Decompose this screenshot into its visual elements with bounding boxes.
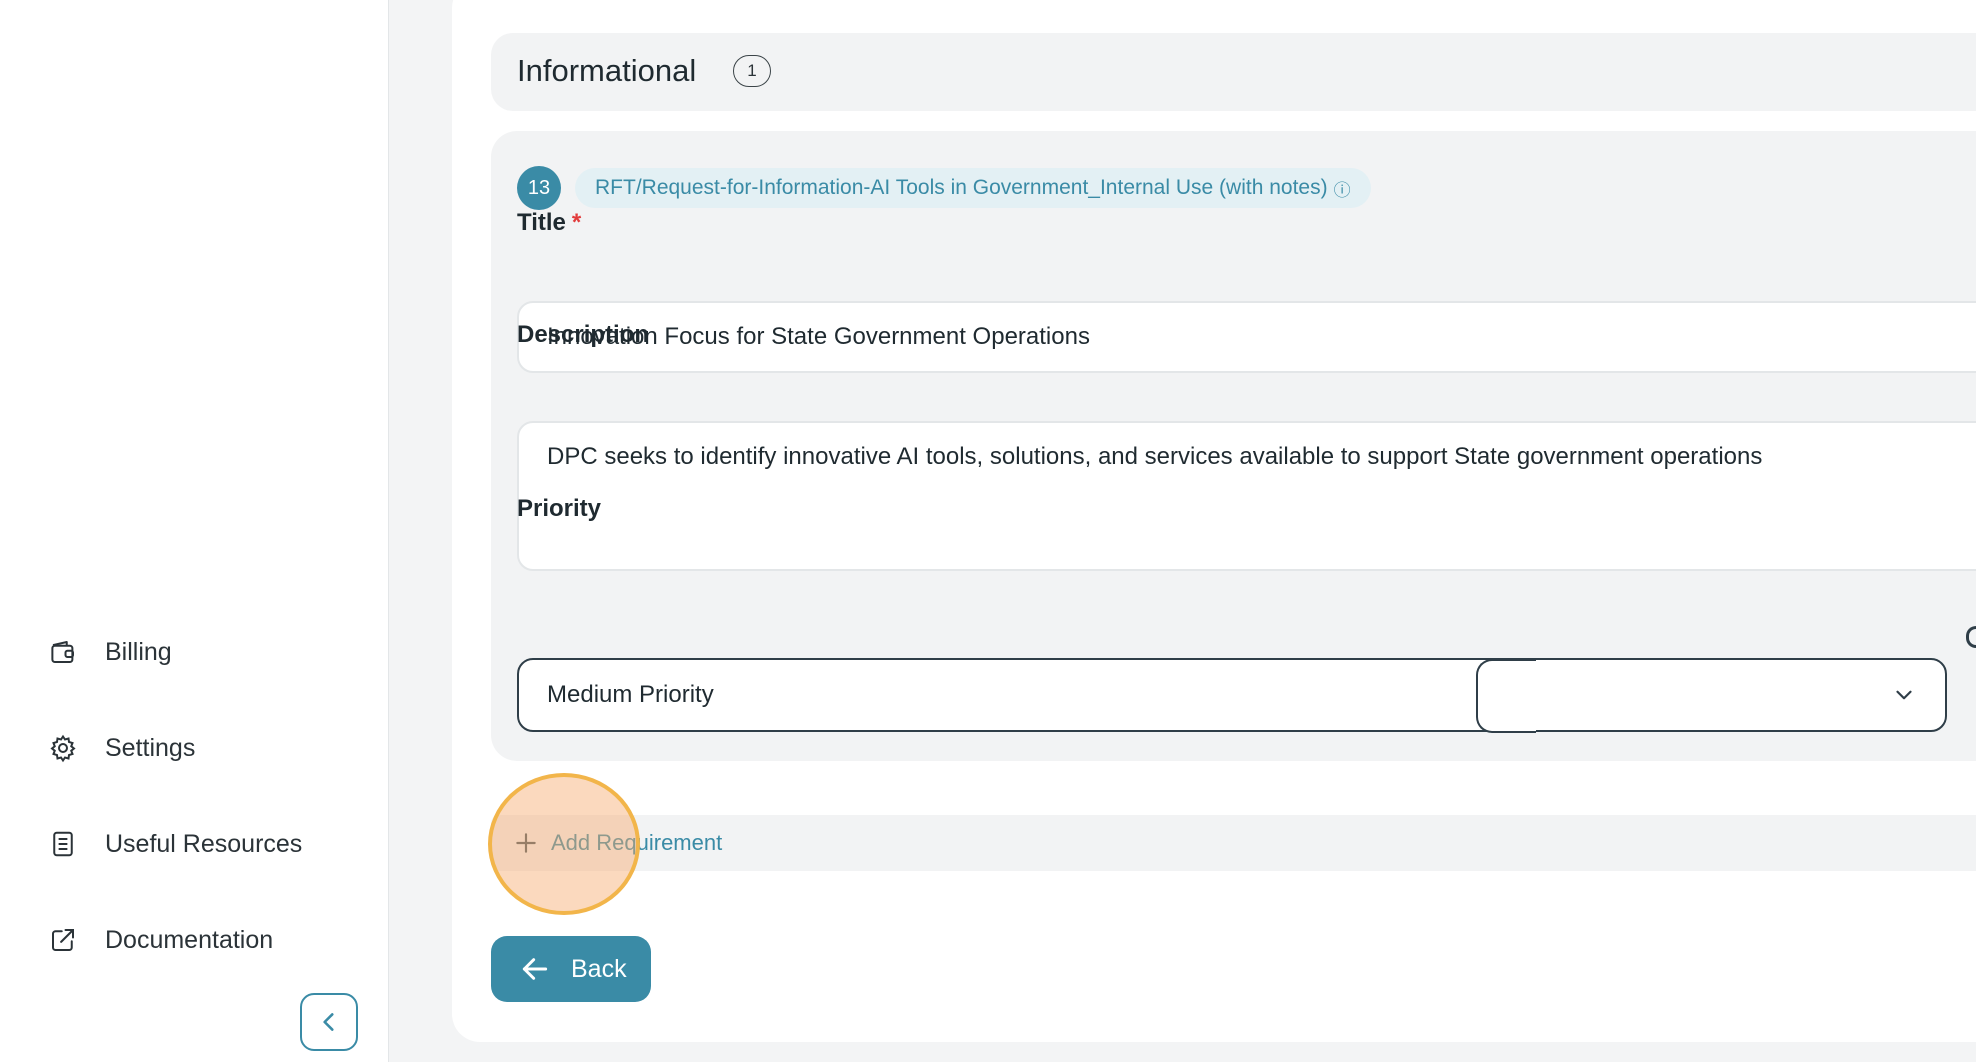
gear-icon [48,733,78,763]
sidebar-item-settings[interactable]: Settings [48,728,195,768]
priority-select-value: Medium Priority [547,681,714,708]
sidebar-item-label: Billing [105,637,172,666]
sidebar-item-billing[interactable]: Billing [48,632,172,672]
secondary-select[interactable] [1476,659,1536,733]
sidebar-item-useful-resources[interactable]: Useful Resources [48,824,302,864]
plus-icon [516,833,536,853]
group-title: Informational [517,53,697,88]
description-textarea[interactable]: DPC seeks to identify innovative AI tool… [517,421,1976,571]
arrow-left-icon [522,958,548,980]
add-requirement-label: Add Requirement [551,830,723,855]
document-icon [48,829,78,859]
source-document-chip[interactable]: RFT/Request-for-Information-AI Tools in … [575,168,1371,208]
chevron-down-icon [1896,690,1912,700]
required-mark: * [571,209,582,236]
requirement-group-header[interactable]: Informational 1 [491,33,1976,111]
info-icon[interactable]: ⓘ [1334,176,1351,201]
priority-select[interactable]: Medium Priority [517,658,1947,732]
sidebar: Billing Settings Useful Resources Docume… [0,0,389,1062]
title-input[interactable]: Innovation Focus for State Government Op… [517,301,1976,373]
sidebar-item-label: Settings [105,733,196,762]
add-requirement-button[interactable]: Add Requirement [491,815,1976,871]
title-label: Title * [517,209,581,237]
chevron-left-icon [323,1013,334,1031]
requirement-card: 13 RFT/Request-for-Information-AI Tools … [491,131,1976,761]
collapse-sidebar-button[interactable] [300,993,358,1051]
description-textarea-value: DPC seeks to identify innovative AI tool… [547,443,1763,470]
requirement-number-badge: 13 [517,166,561,210]
title-label-text: Title [517,209,566,236]
description-label: Description [517,321,650,348]
sidebar-item-label: Documentation [105,925,274,954]
source-document-label: RFT/Request-for-Information-AI Tools in … [595,176,1328,199]
priority-label: Priority [517,495,602,522]
sidebar-item-documentation[interactable]: Documentation [48,920,273,960]
back-button-label: Back [571,954,627,983]
sidebar-item-label: Useful Resources [105,829,303,858]
wallet-icon [48,637,78,667]
group-count-badge: 1 [733,55,771,87]
back-button[interactable]: Back [491,936,651,1002]
external-link-icon [48,925,78,955]
